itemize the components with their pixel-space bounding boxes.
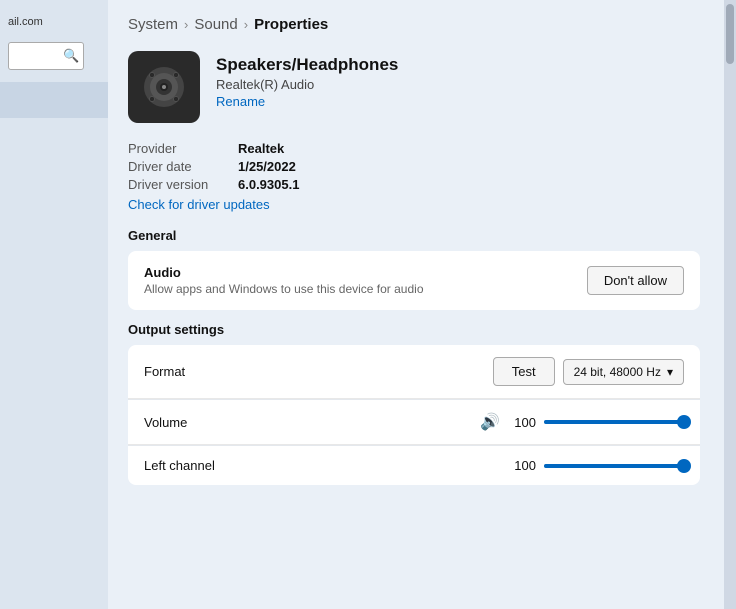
provider-value: Realtek xyxy=(238,141,700,156)
left-channel-controls: 100 xyxy=(508,458,684,473)
sidebar-highlight xyxy=(0,82,108,118)
device-info: Speakers/Headphones Realtek(R) Audio Ren… xyxy=(216,51,398,109)
volume-slider-fill xyxy=(544,420,684,424)
format-value: 24 bit, 48000 Hz xyxy=(574,365,661,379)
left-channel-slider-fill xyxy=(544,464,684,468)
device-sub: Realtek(R) Audio xyxy=(216,77,398,92)
format-select[interactable]: 24 bit, 48000 Hz ▾ xyxy=(563,359,684,385)
scrollbar-thumb[interactable] xyxy=(726,4,734,64)
volume-slider[interactable] xyxy=(544,420,684,424)
breadcrumb-chevron-1: › xyxy=(184,17,188,32)
speaker-svg xyxy=(138,61,190,113)
format-row: Format Test 24 bit, 48000 Hz ▾ xyxy=(128,345,700,399)
breadcrumb: System › Sound › Properties xyxy=(128,16,700,33)
volume-row: Volume 🔊 100 xyxy=(128,400,700,445)
left-channel-slider[interactable] xyxy=(544,464,684,468)
volume-label: Volume xyxy=(144,415,187,430)
output-card: Format Test 24 bit, 48000 Hz ▾ Volume 🔊 … xyxy=(128,345,700,485)
version-label: Driver version xyxy=(128,177,238,192)
device-header: Speakers/Headphones Realtek(R) Audio Ren… xyxy=(128,51,700,123)
general-card: Audio Allow apps and Windows to use this… xyxy=(128,251,700,310)
sidebar-email: ail.com xyxy=(0,10,51,34)
version-value: 6.0.9305.1 xyxy=(238,177,700,192)
breadcrumb-chevron-2: › xyxy=(244,17,248,32)
audio-row-sub: Allow apps and Windows to use this devic… xyxy=(144,282,424,296)
volume-controls: 🔊 100 xyxy=(480,412,684,432)
audio-row-title: Audio xyxy=(144,265,424,280)
volume-slider-thumb[interactable] xyxy=(677,415,691,429)
scrollbar[interactable] xyxy=(724,0,736,609)
output-section-heading: Output settings xyxy=(128,322,700,337)
breadcrumb-sound[interactable]: Sound xyxy=(194,16,237,33)
provider-label: Provider xyxy=(128,141,238,156)
general-section-heading: General xyxy=(128,228,700,243)
left-channel-value: 100 xyxy=(508,458,536,473)
check-driver-updates-link[interactable]: Check for driver updates xyxy=(128,197,700,212)
search-input[interactable] xyxy=(15,49,63,63)
breadcrumb-system[interactable]: System xyxy=(128,16,178,33)
rename-link[interactable]: Rename xyxy=(216,94,398,109)
left-channel-row: Left channel 100 xyxy=(128,446,700,485)
audio-row-info: Audio Allow apps and Windows to use this… xyxy=(144,265,424,296)
search-icon: 🔍 xyxy=(63,48,79,64)
main-content: System › Sound › Properties Speakers/Hea… xyxy=(108,0,724,609)
dont-allow-button[interactable]: Don't allow xyxy=(587,266,684,295)
format-controls: Test 24 bit, 48000 Hz ▾ xyxy=(493,357,684,386)
date-value: 1/25/2022 xyxy=(238,159,700,174)
left-channel-slider-thumb[interactable] xyxy=(677,459,691,473)
device-icon xyxy=(128,51,200,123)
device-name: Speakers/Headphones xyxy=(216,55,398,75)
date-label: Driver date xyxy=(128,159,238,174)
volume-value: 100 xyxy=(508,415,536,430)
chevron-down-icon: ▾ xyxy=(667,365,673,379)
format-label: Format xyxy=(144,364,185,379)
breadcrumb-properties: Properties xyxy=(254,16,328,33)
driver-info: Provider Realtek Driver date 1/25/2022 D… xyxy=(128,141,700,212)
test-button[interactable]: Test xyxy=(493,357,555,386)
volume-icon: 🔊 xyxy=(480,412,500,432)
left-channel-label: Left channel xyxy=(144,458,215,473)
sidebar: ail.com 🔍 xyxy=(0,0,108,609)
search-box[interactable]: 🔍 xyxy=(8,42,84,70)
audio-row: Audio Allow apps and Windows to use this… xyxy=(128,251,700,310)
